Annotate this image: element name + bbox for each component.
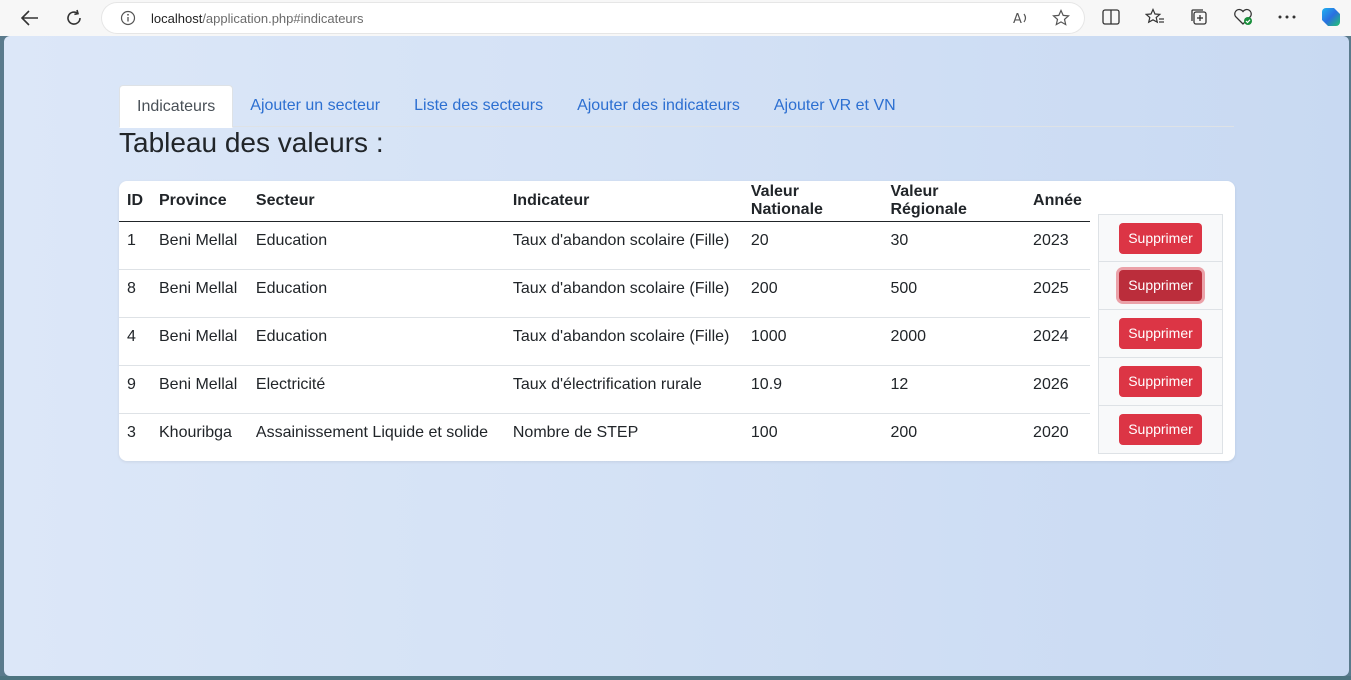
page-viewport: Indicateurs Ajouter un secteur Liste des… xyxy=(4,36,1349,676)
collections-icon[interactable] xyxy=(1188,6,1210,28)
delete-button[interactable]: Supprimer xyxy=(1119,318,1202,349)
cell-valeur-nationale: 20 xyxy=(742,221,883,270)
cell-indicateur: Taux d'abandon scolaire (Fille) xyxy=(504,317,743,366)
tab-ajouter-secteur[interactable]: Ajouter un secteur xyxy=(233,85,397,127)
favorites-icon[interactable] xyxy=(1144,6,1166,28)
action-cell: Supprimer xyxy=(1098,310,1223,358)
cell-annee: 2024 xyxy=(1025,317,1090,366)
cell-valeur-regionale: 500 xyxy=(882,269,1026,318)
cell-annee: 2026 xyxy=(1025,365,1090,414)
cell-indicateur: Taux d'abandon scolaire (Fille) xyxy=(504,269,743,318)
header-province: Province xyxy=(151,181,248,222)
cell-valeur-regionale: 12 xyxy=(882,365,1026,414)
cell-id: 9 xyxy=(119,365,151,414)
cell-province: Beni Mellal xyxy=(151,269,248,318)
table-row: 9 Beni Mellal Electricité Taux d'électri… xyxy=(119,365,1090,414)
back-arrow-icon[interactable] xyxy=(15,3,45,33)
browser-toolbar: localhost/application.php#indicateurs A xyxy=(0,0,1351,36)
header-indicateur: Indicateur xyxy=(504,181,743,222)
header-valeur-regionale: Valeur Régionale xyxy=(882,181,1026,222)
cell-id: 1 xyxy=(119,221,151,270)
address-bar[interactable]: localhost/application.php#indicateurs A xyxy=(102,3,1084,33)
cell-province: Beni Mellal xyxy=(151,317,248,366)
browser-essentials-icon[interactable] xyxy=(1232,6,1254,28)
cell-valeur-regionale: 2000 xyxy=(882,317,1026,366)
cell-valeur-nationale: 100 xyxy=(750,424,778,442)
delete-button[interactable]: Supprimer xyxy=(1119,414,1202,445)
tab-label: Liste des secteurs xyxy=(414,97,544,114)
tab-indicateurs[interactable]: Indicateurs xyxy=(119,85,234,128)
cell-annee: 2023 xyxy=(1025,221,1090,270)
cell-secteur: Electricité xyxy=(247,365,505,414)
action-cell: Supprimer xyxy=(1098,406,1223,454)
table-row: 1 Beni Mellal Education Taux d'abandon s… xyxy=(119,221,1090,270)
values-table-card: ID Province Secteur Indicateur Valeur Na… xyxy=(119,181,1235,461)
table-row: 3 Khouribga Assainissement Liquide et so… xyxy=(119,413,1090,461)
svg-text:A: A xyxy=(1013,12,1022,27)
desktop-strip xyxy=(0,676,1351,680)
delete-button[interactable]: Supprimer xyxy=(1119,270,1202,301)
cell-valeur-regionale: 30 xyxy=(882,221,1026,270)
table-header-row: ID Province Secteur Indicateur Valeur Na… xyxy=(119,181,1090,222)
cell-indicateur: Taux d'électrification rurale xyxy=(504,365,743,414)
tab-ajouter-vr-vn[interactable]: Ajouter VR et VN xyxy=(757,85,913,127)
cell-valeur-regionale: 200 xyxy=(890,424,918,442)
values-table: ID Province Secteur Indicateur Valeur Na… xyxy=(119,181,1090,461)
actions-column: Supprimer Supprimer Supprimer Supprimer … xyxy=(1098,214,1223,454)
cell-valeur-nationale: 200 xyxy=(742,269,883,318)
cell-secteur: Assainissement Liquide et solide xyxy=(255,424,489,442)
tab-label: Ajouter des indicateurs xyxy=(577,97,740,114)
action-cell: Supprimer xyxy=(1098,214,1223,262)
nav-tabs: Indicateurs Ajouter un secteur Liste des… xyxy=(119,85,1234,128)
cell-secteur: Education xyxy=(247,221,505,270)
action-cell: Supprimer xyxy=(1098,262,1223,310)
tab-label: Ajouter VR et VN xyxy=(773,97,896,114)
page-title: Tableau des valeurs : xyxy=(119,127,384,158)
tab-label: Ajouter un secteur xyxy=(250,97,381,114)
delete-button[interactable]: Supprimer xyxy=(1119,222,1202,254)
cell-province: Khouribga xyxy=(159,424,232,442)
cell-valeur-nationale: 10.9 xyxy=(742,365,883,414)
tab-ajouter-indicateurs[interactable]: Ajouter des indicateurs xyxy=(560,85,757,127)
info-icon[interactable] xyxy=(120,10,136,31)
copilot-icon[interactable] xyxy=(1320,6,1342,28)
read-aloud-icon[interactable]: A xyxy=(1012,9,1030,32)
cell-province: Beni Mellal xyxy=(151,365,248,414)
favorite-star-icon[interactable] xyxy=(1052,9,1070,32)
cell-valeur-nationale: 1000 xyxy=(742,317,883,366)
cell-id: 3 xyxy=(127,424,136,442)
table-row: 8 Beni Mellal Education Taux d'abandon s… xyxy=(119,269,1090,318)
tab-label: Indicateurs xyxy=(137,97,216,115)
cell-indicateur: Nombre de STEP xyxy=(512,424,639,442)
cell-annee: 2020 xyxy=(1033,424,1069,442)
cell-id: 8 xyxy=(119,269,151,318)
action-cell: Supprimer xyxy=(1098,358,1223,406)
cell-secteur: Education xyxy=(247,317,505,366)
header-annee: Année xyxy=(1025,181,1090,222)
header-valeur-nationale: Valeur Nationale xyxy=(742,181,883,222)
tab-liste-secteurs[interactable]: Liste des secteurs xyxy=(397,85,560,127)
cell-indicateur: Taux d'abandon scolaire (Fille) xyxy=(504,221,743,270)
more-options-icon[interactable] xyxy=(1276,6,1298,28)
delete-button[interactable]: Supprimer xyxy=(1119,366,1202,397)
cell-id: 4 xyxy=(119,317,151,366)
refresh-icon[interactable] xyxy=(59,3,89,33)
header-id: ID xyxy=(119,181,151,222)
cell-annee: 2025 xyxy=(1025,269,1090,318)
table-row: 4 Beni Mellal Education Taux d'abandon s… xyxy=(119,317,1090,366)
url-text: localhost/application.php#indicateurs xyxy=(151,11,364,26)
cell-secteur: Education xyxy=(247,269,505,318)
split-screen-icon[interactable] xyxy=(1100,6,1122,28)
cell-province: Beni Mellal xyxy=(151,221,248,270)
header-secteur: Secteur xyxy=(247,181,505,222)
